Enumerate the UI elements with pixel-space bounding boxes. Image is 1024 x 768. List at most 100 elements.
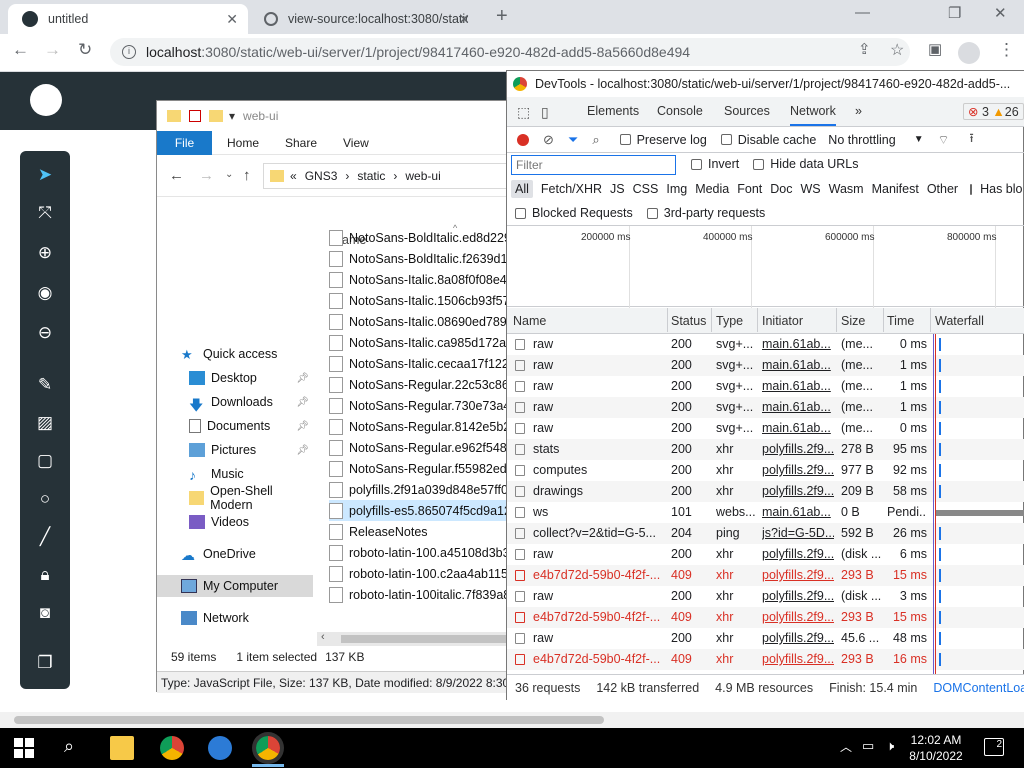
file-list-item[interactable]: NotoSans-Regular.e962f54858	[329, 437, 513, 458]
column-header-time[interactable]: Time	[887, 314, 914, 328]
third-party-checkbox[interactable]	[646, 207, 658, 219]
request-initiator[interactable]: polyfills.2f9...	[762, 568, 834, 582]
filter-input[interactable]: Filter	[511, 155, 676, 175]
search-icon[interactable]: ⌕	[64, 736, 74, 757]
file-list-item[interactable]: roboto-latin-100.c2aa4ab115b	[329, 563, 513, 584]
request-row[interactable]: raw 200 svg+... main.61ab... (me... 0 ms	[507, 334, 1024, 355]
request-initiator[interactable]: main.61ab...	[762, 358, 834, 372]
request-row[interactable]: stats 200 xhr polyfills.2f9... 278 B 95 ms	[507, 439, 1024, 460]
chrome-active-taskbar-icon[interactable]	[256, 736, 280, 760]
column-header-size[interactable]: Size	[841, 314, 865, 328]
request-row[interactable]: e4b7d72d-59b0-4f2f-... 409 xhr polyfills.2f…	[507, 607, 1024, 628]
request-initiator[interactable]: main.61ab...	[762, 379, 834, 393]
request-row[interactable]: computes 200 xhr polyfills.2f9... 977 B 92 ms	[507, 460, 1024, 481]
nav-item-documents[interactable]: Documents 📌︎	[157, 415, 313, 437]
type-filter-js[interactable]: JS	[610, 182, 625, 196]
breadcrumb-gns3[interactable]: GNS3	[305, 169, 338, 183]
browser-tab-view-source[interactable]: view-source:localhost:3080/static ✕	[250, 4, 480, 34]
back-arrow-icon[interactable]: ←	[169, 167, 184, 184]
request-row[interactable]: ws 101 webs... main.61ab... 0 B Pendi...	[507, 502, 1024, 523]
start-windows-icon[interactable]	[14, 738, 34, 758]
nav-item-quick-access[interactable]: ★ Quick access	[157, 343, 313, 365]
new-folder-icon[interactable]	[209, 110, 223, 122]
taskbar-clock[interactable]: 12:02 AM 8/10/2022	[906, 732, 966, 764]
type-filter-wasm[interactable]: Wasm	[829, 182, 864, 196]
restore-button[interactable]: ❐	[948, 4, 961, 22]
filter-funnel-icon[interactable]: ⏷	[568, 132, 578, 148]
request-row[interactable]: collect?v=2&tid=G-5... 204 ping js?id=G-5D.…	[507, 523, 1024, 544]
column-header-name[interactable]: Name	[513, 314, 546, 328]
file-list-item[interactable]: NotoSans-Regular.22c53c868	[329, 374, 513, 395]
clear-icon[interactable]: ⊘	[543, 132, 554, 148]
request-initiator[interactable]: polyfills.2f9...	[762, 610, 834, 624]
disable-cache-checkbox[interactable]	[720, 134, 732, 145]
tab-sources[interactable]: Sources	[724, 104, 770, 118]
side-panel-icon[interactable]: ▣	[928, 40, 942, 58]
file-list-item[interactable]: NotoSans-Italic.8a08f0f08e44	[329, 269, 513, 290]
profile-avatar[interactable]	[958, 42, 980, 64]
zoom-in-icon[interactable]: ⊕	[33, 241, 57, 265]
chrome-taskbar-icon[interactable]	[160, 736, 184, 760]
ribbon-tab-view[interactable]: View	[343, 136, 369, 150]
request-initiator[interactable]: main.61ab...	[762, 400, 834, 414]
request-initiator[interactable]: main.61ab...	[762, 421, 834, 435]
type-filter-all[interactable]: All	[511, 180, 533, 198]
request-row[interactable]: raw 200 svg+... main.61ab... (me... 1 ms	[507, 376, 1024, 397]
column-header-status[interactable]: Status	[671, 314, 706, 328]
share-icon[interactable]: ⇪	[858, 40, 871, 58]
type-filter-manifest[interactable]: Manifest	[872, 182, 919, 196]
type-filter-ws[interactable]: WS	[800, 182, 820, 196]
nav-item-open-shell[interactable]: Open-Shell Modern	[157, 484, 313, 512]
type-filter-media[interactable]: Media	[695, 182, 729, 196]
horizontal-scrollbar[interactable]: ‹	[317, 631, 513, 646]
breadcrumb-web-ui[interactable]: web-ui	[405, 169, 440, 183]
close-tab-icon[interactable]: ✕	[458, 11, 470, 28]
column-header-waterfall[interactable]: Waterfall	[935, 314, 984, 328]
file-list-item[interactable]: NotoSans-Regular.8142e5b2e	[329, 416, 513, 437]
fit-screen-icon[interactable]: ⤧	[33, 201, 57, 225]
search-icon[interactable]: ⌕	[592, 132, 599, 148]
back-arrow-icon[interactable]: ←	[12, 40, 29, 60]
type-filter-other[interactable]: Other	[927, 182, 958, 196]
screenshot-camera-icon[interactable]: ◙	[33, 601, 57, 625]
has-blocked-checkbox[interactable]	[970, 183, 973, 195]
file-list-item[interactable]: NotoSans-Italic.ca985d172a5	[329, 332, 513, 353]
preserve-log-checkbox[interactable]	[619, 134, 631, 145]
zoom-out-icon[interactable]: ⊖	[33, 321, 57, 345]
layers-icon[interactable]: ❐	[33, 651, 57, 675]
file-list-item[interactable]: roboto-latin-100italic.7f839a8	[329, 584, 513, 605]
file-list-item[interactable]: ReleaseNotes	[329, 521, 513, 542]
nav-item-network[interactable]: Network	[157, 607, 313, 629]
type-filter-fetch-xhr[interactable]: Fetch/XHR	[541, 182, 602, 196]
request-initiator[interactable]: polyfills.2f9...	[762, 547, 834, 561]
nav-item-music[interactable]: ♪ Music	[157, 463, 313, 485]
throttling-select[interactable]: No throttling	[828, 133, 895, 147]
address-path-box[interactable]: « GNS3 › static › web-ui	[263, 163, 513, 189]
pin-icon[interactable]: 📌︎	[296, 397, 309, 408]
request-row[interactable]: e4b7d72d-59b0-4f2f-... 409 xhr polyfills.2f…	[507, 565, 1024, 586]
breadcrumb-static[interactable]: static	[357, 169, 385, 183]
recent-locations-chevron-icon[interactable]: ⌄	[225, 169, 233, 180]
type-filter-img[interactable]: Img	[666, 182, 687, 196]
file-explorer-taskbar-icon[interactable]	[110, 736, 134, 760]
file-list-item[interactable]: NotoSans-Italic.08690ed789a2	[329, 311, 513, 332]
tab-elements[interactable]: Elements	[587, 104, 639, 118]
nav-item-my-computer[interactable]: My Computer	[157, 575, 313, 597]
device-toolbar-icon[interactable]: ▯	[541, 104, 549, 121]
column-header-type[interactable]: Type	[716, 314, 743, 328]
draw-rectangle-icon[interactable]: ▢	[33, 449, 57, 473]
request-row[interactable]: raw 200 svg+... main.61ab... (me... 1 ms	[507, 397, 1024, 418]
file-list-item[interactable]: polyfills-es5.865074f5cd9a12f	[329, 500, 513, 521]
nav-item-desktop[interactable]: Desktop 📌︎	[157, 367, 313, 389]
request-row[interactable]: drawings 200 xhr polyfills.2f9... 209 B 58 ms	[507, 481, 1024, 502]
invert-checkbox[interactable]	[691, 158, 702, 170]
up-arrow-icon[interactable]: ↑	[243, 167, 251, 184]
minimize-button[interactable]: —	[855, 4, 870, 21]
reload-icon[interactable]: ↻	[78, 40, 92, 60]
file-list-item[interactable]: NotoSans-BoldItalic.ed8d229	[329, 227, 513, 248]
ribbon-tab-share[interactable]: Share	[285, 136, 317, 150]
ribbon-tab-home[interactable]: Home	[227, 136, 259, 150]
record-icon[interactable]	[517, 133, 529, 146]
request-row[interactable]: raw 200 xhr polyfills.2f9... (disk ... 3 ms	[507, 586, 1024, 607]
request-initiator[interactable]: polyfills.2f9...	[762, 631, 834, 645]
